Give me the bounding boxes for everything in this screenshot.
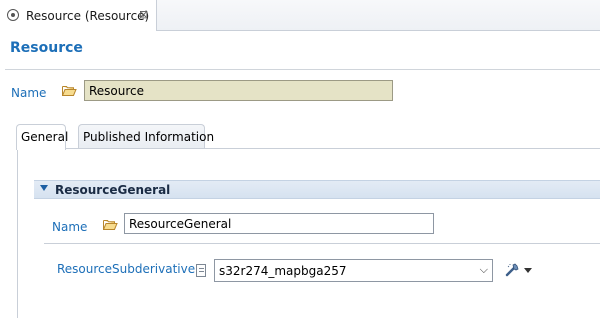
expand-toggle-icon[interactable] [40,185,48,191]
tab-general[interactable]: General [16,124,68,150]
page-title: Resource [10,40,83,56]
close-icon[interactable]: ⊠ [139,8,148,22]
section-name-field[interactable]: ResourceGeneral [124,213,434,234]
action-dropdown-icon[interactable] [524,268,532,273]
resource-subderivative-label[interactable]: ResourceSubderivative [57,262,195,276]
section-name-label[interactable]: Name [52,220,87,234]
section-title: ResourceGeneral [55,183,171,197]
document-icon [196,264,206,277]
wand-action-icon[interactable] [505,263,519,277]
resource-subderivative-select[interactable]: s32r274_mapbga257 ⌵ [214,259,493,282]
resource-icon [7,9,19,21]
folder-open-icon [62,86,77,96]
editor-tab-title: Resource (Resource) [26,9,150,23]
name-label[interactable]: Name [11,86,46,100]
editor-tab-strip: Resource (Resource) ⊠ [0,0,600,31]
editor-tab[interactable]: Resource (Resource) ⊠ [0,0,157,31]
header-divider [5,69,600,70]
chevron-down-icon[interactable]: ⌵ [480,263,488,277]
section-header-resourcegeneral[interactable]: ResourceGeneral [34,180,600,199]
folder-open-icon [103,220,118,230]
resource-subderivative-value: s32r274_mapbga257 [219,264,347,278]
section-divider [44,243,600,244]
name-field[interactable]: Resource [84,80,393,101]
tab-published-information[interactable]: Published Information [78,124,214,149]
